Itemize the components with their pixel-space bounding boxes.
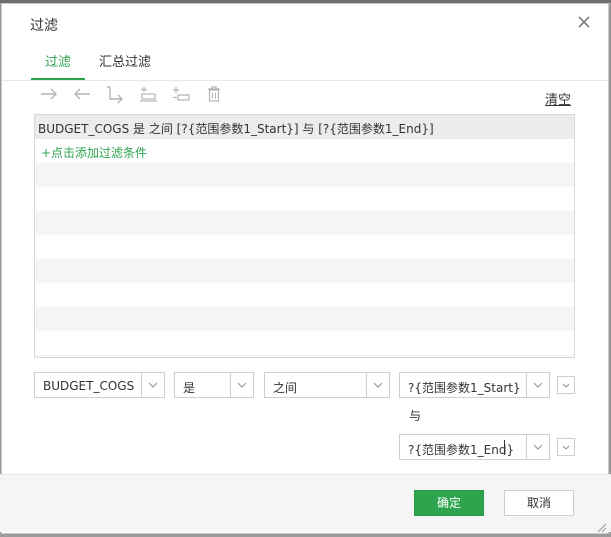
- cancel-button[interactable]: 取消: [504, 490, 574, 516]
- arrow-left-icon[interactable]: [71, 84, 93, 104]
- tab-filter[interactable]: 过滤: [45, 51, 71, 70]
- ok-button[interactable]: 确定: [414, 490, 484, 516]
- field-select[interactable]: BUDGET_COGS: [34, 372, 165, 398]
- condition-list: BUDGET_COGS 是 之间 [?{范围参数1_Start}] 与 [?{范…: [34, 114, 575, 358]
- start-value-select[interactable]: ?{范围参数1_Start}: [399, 372, 550, 398]
- chevron-down-icon[interactable]: [141, 373, 164, 397]
- is-select-value: 是: [183, 381, 196, 395]
- resize-handle-icon[interactable]: [595, 521, 607, 533]
- tab-summary-filter[interactable]: 汇总过滤: [99, 51, 151, 70]
- arrow-right-icon[interactable]: [38, 84, 60, 104]
- clear-link[interactable]: 清空: [545, 89, 571, 108]
- end-value-select[interactable]: ?{范围参数1_End}: [399, 434, 550, 460]
- end-value-options-button[interactable]: [557, 438, 575, 456]
- delete-icon[interactable]: [203, 84, 225, 104]
- and-label: 与: [409, 409, 422, 423]
- is-select[interactable]: 是: [174, 372, 254, 398]
- active-tab-indicator: [31, 78, 85, 80]
- tab-bar: 过滤 汇总过滤: [2, 42, 608, 81]
- start-value: ?{范围参数1_Start}: [408, 381, 521, 395]
- operator-select-value: 之间: [273, 381, 298, 395]
- field-select-value: BUDGET_COGS: [43, 379, 135, 393]
- start-value-options-button[interactable]: [557, 376, 575, 394]
- dialog-titlebar: 过滤: [2, 4, 608, 42]
- bracket-arrow-icon[interactable]: [104, 84, 126, 104]
- chevron-down-icon[interactable]: [526, 373, 549, 397]
- chevron-down-icon[interactable]: [366, 373, 389, 397]
- operator-select[interactable]: 之间: [264, 372, 390, 398]
- dialog-title: 过滤: [30, 18, 58, 34]
- condition-row[interactable]: BUDGET_COGS 是 之间 [?{范围参数1_Start}] 与 [?{范…: [35, 115, 574, 139]
- end-value: ?{范围参数1_End}: [408, 443, 515, 457]
- text-caret: [504, 440, 505, 455]
- chevron-down-icon[interactable]: [526, 435, 549, 459]
- close-icon[interactable]: [574, 12, 594, 32]
- insert-condition-icon[interactable]: [137, 84, 159, 104]
- append-condition-icon[interactable]: [170, 84, 192, 104]
- add-condition-link[interactable]: +点击添加过滤条件: [41, 144, 147, 161]
- chevron-down-icon[interactable]: [230, 373, 253, 397]
- condition-text: BUDGET_COGS 是 之间 [?{范围参数1_Start}] 与 [?{范…: [38, 122, 434, 136]
